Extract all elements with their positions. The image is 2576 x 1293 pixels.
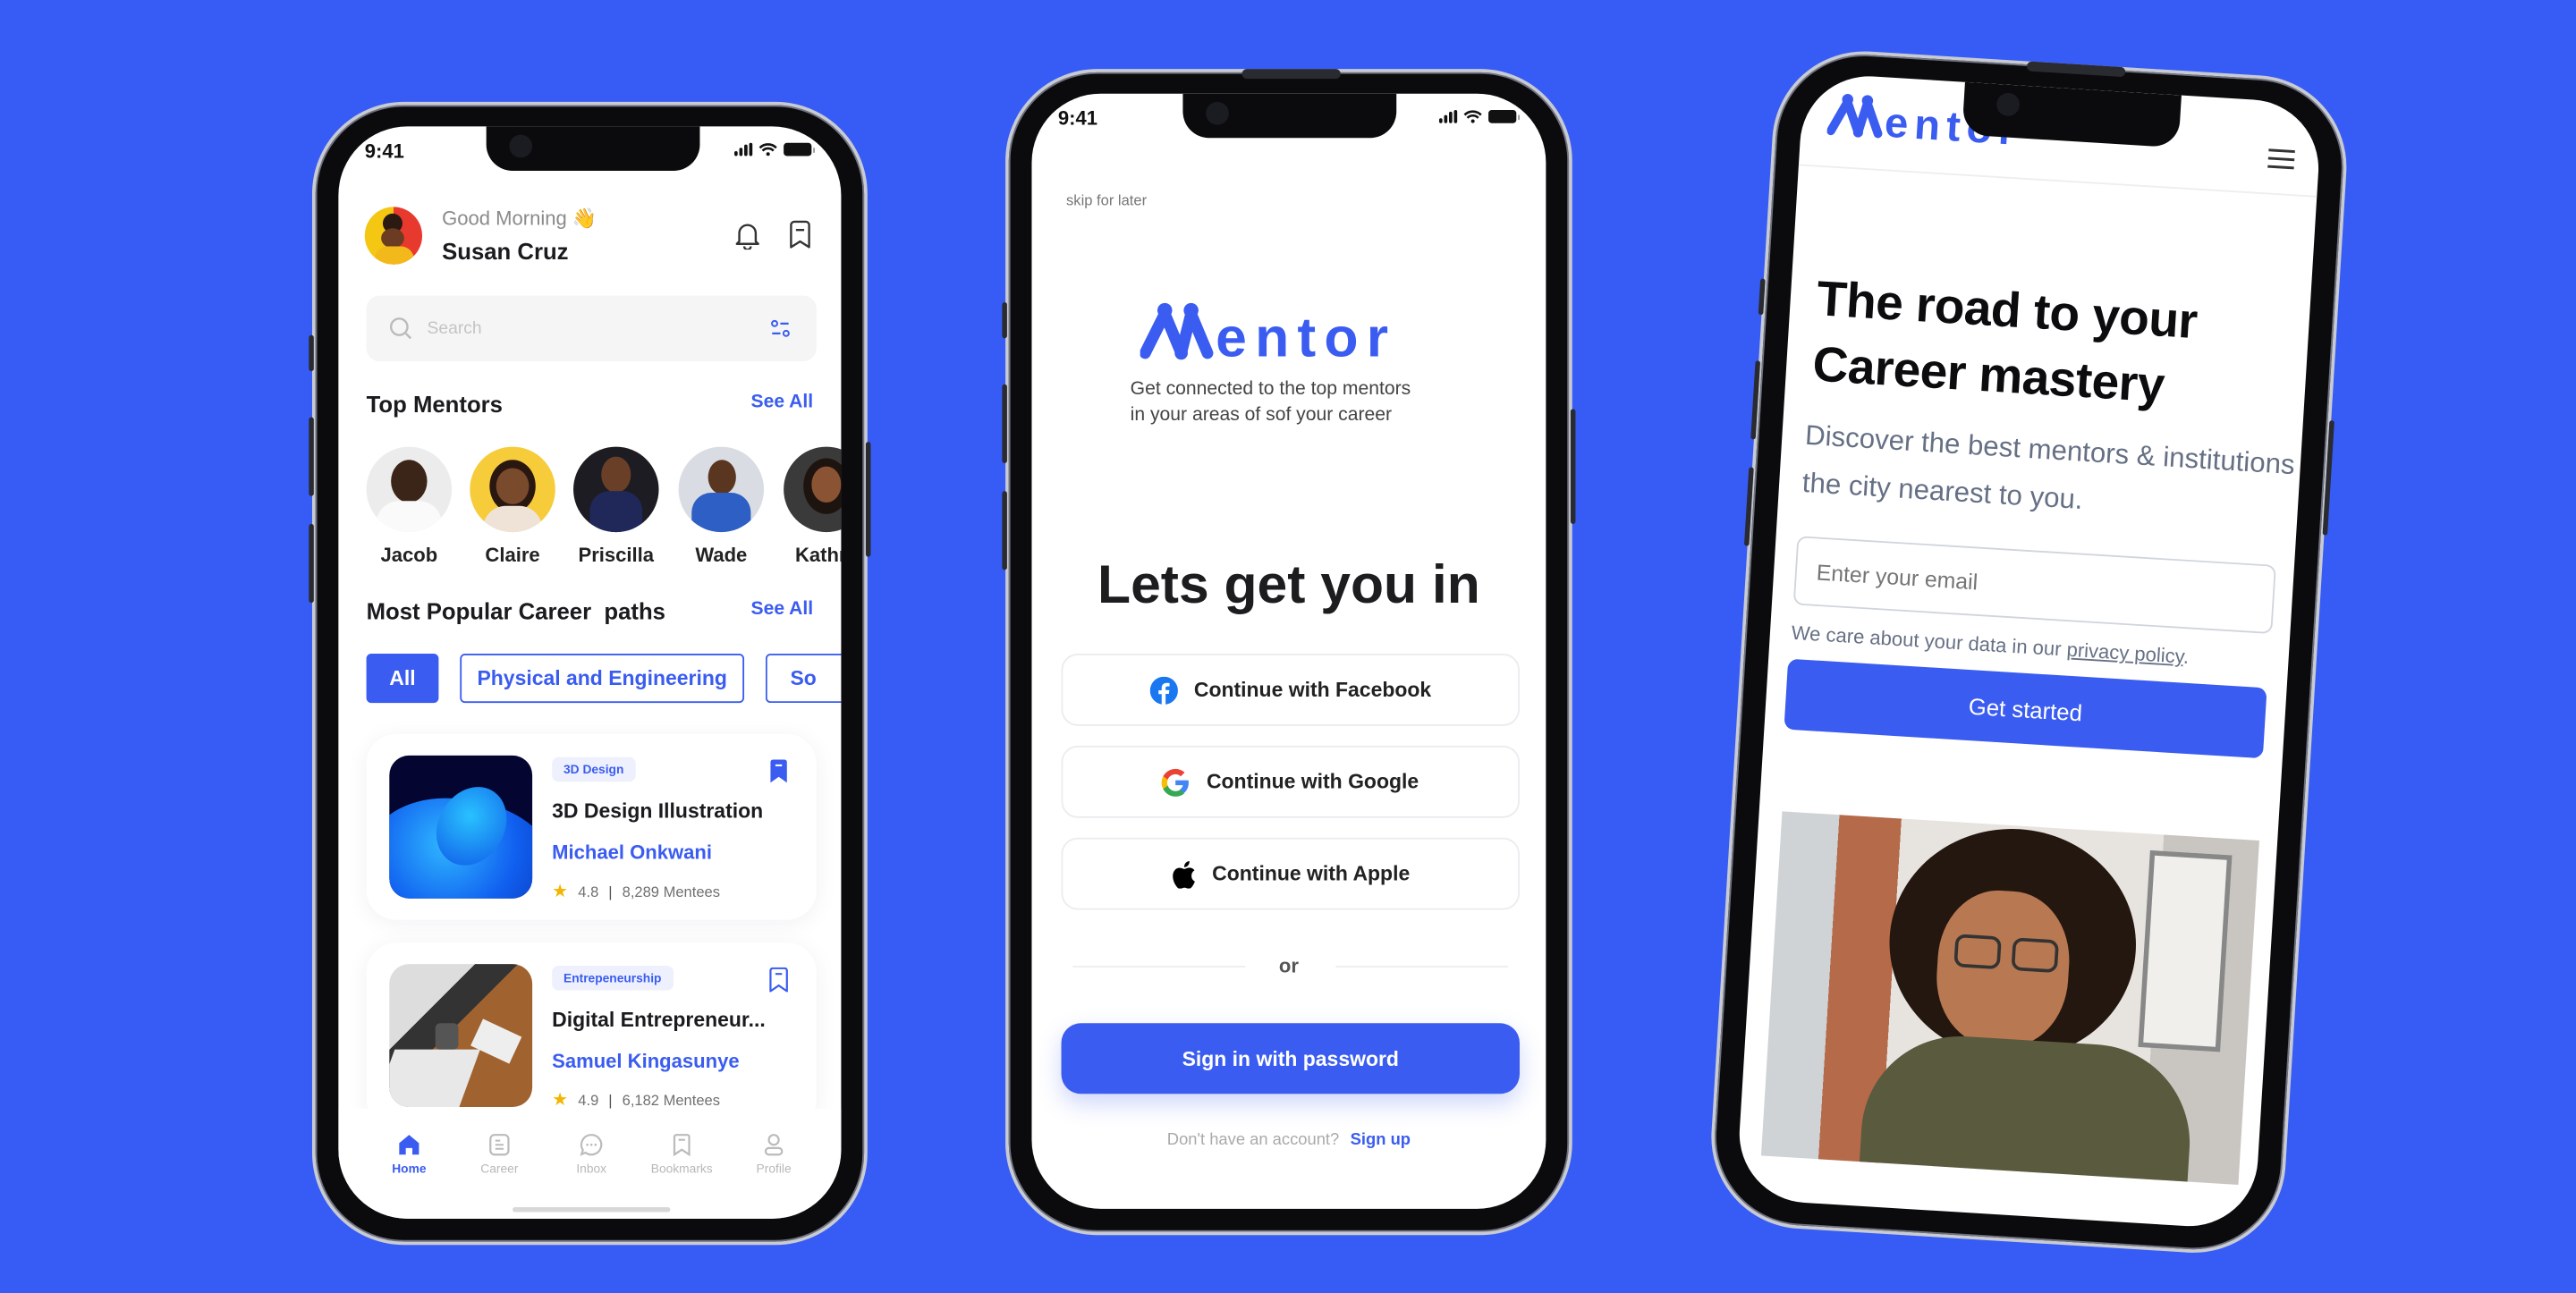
apple-button[interactable]: Continue with Apple — [1061, 837, 1520, 910]
get-started-button[interactable]: Get started — [1784, 658, 2267, 759]
course-card[interactable]: 3D Design 3D Design Illustration Michael… — [366, 734, 817, 920]
bookmark-filled-icon[interactable] — [769, 759, 789, 784]
landing-subheading: Discover the best mentors & institutions… — [1801, 419, 2296, 516]
search-input[interactable]: Search — [366, 295, 817, 362]
battery-icon — [784, 142, 816, 156]
signal-icon — [1438, 110, 1458, 123]
document-icon — [489, 1134, 510, 1156]
search-icon — [389, 317, 412, 340]
mentor-avatar — [678, 446, 765, 533]
avatar[interactable] — [364, 207, 423, 265]
course-meta: ★ 4.9 | 6,182 Mentees — [552, 1090, 721, 1111]
user-name: Susan Cruz — [442, 238, 569, 265]
tab-career[interactable]: Career — [453, 1133, 546, 1176]
star-icon: ★ — [552, 882, 569, 902]
home-icon — [399, 1135, 419, 1155]
google-button[interactable]: Continue with Google — [1061, 745, 1520, 818]
status-icons — [1438, 110, 1520, 123]
login-screen: 9:41 skip for later entor Get connected … — [1031, 93, 1546, 1209]
mentor-item[interactable]: Priscilla — [572, 446, 660, 567]
signup-prompt: Don't have an account? Sign up — [1166, 1131, 1411, 1150]
tagline: Get connected to the top mentors in your… — [1130, 379, 1411, 426]
course-image — [389, 964, 533, 1107]
course-title: Digital Entrepreneur... — [552, 1008, 766, 1032]
mentor-avatar — [784, 446, 842, 533]
phone-home: 9:41 Good Morning 👋 Susan Cruz Search To… — [309, 101, 871, 1246]
hamburger-icon[interactable] — [2266, 147, 2297, 172]
sign-up-link[interactable]: Sign up — [1351, 1132, 1411, 1150]
tab-inbox[interactable]: Inbox — [546, 1133, 638, 1176]
status-time: 9:41 — [364, 139, 404, 163]
chip-all[interactable]: All — [366, 654, 439, 704]
bookmark-icon[interactable] — [769, 967, 789, 993]
career-paths-title: Most Popular Career paths — [366, 597, 665, 624]
course-mentor[interactable]: Michael Onkwani — [552, 841, 712, 864]
star-icon: ★ — [552, 1090, 569, 1111]
landing-heading: The road to your Career mastery — [1810, 272, 2199, 414]
bookmark-icon[interactable] — [789, 220, 812, 249]
home-screen: 9:41 Good Morning 👋 Susan Cruz Search To… — [338, 126, 842, 1219]
course-tag: Entrepeneurship — [552, 966, 674, 991]
divider-right — [1335, 966, 1509, 968]
notch — [1182, 93, 1397, 139]
facebook-icon — [1149, 675, 1178, 705]
wifi-icon — [1463, 110, 1482, 123]
privacy-policy-link[interactable]: privacy policy — [2066, 638, 2184, 668]
greeting: Good Morning 👋 — [442, 207, 597, 231]
course-tag: 3D Design — [552, 756, 636, 782]
email-input[interactable] — [1792, 536, 2276, 635]
notch — [486, 126, 700, 172]
skip-link[interactable]: skip for later — [1066, 192, 1147, 208]
top-mentors-see-all[interactable]: See All — [751, 393, 814, 412]
status-icons — [734, 142, 816, 156]
search-placeholder: Search — [427, 318, 482, 339]
status-time: 9:41 — [1057, 106, 1097, 131]
course-meta: ★ 4.8 | 8,289 Mentees — [552, 882, 721, 902]
mockup-stage: 9:41 Good Morning 👋 Susan Cruz Search To… — [0, 0, 2576, 1293]
chip-so[interactable]: So — [765, 654, 842, 704]
svg-text:entor: entor — [1216, 307, 1396, 363]
landing-screen: entor The road to your Career mastery Di… — [1735, 72, 2323, 1230]
sliders-icon[interactable] — [770, 318, 790, 338]
bell-icon[interactable] — [734, 220, 760, 250]
top-mentors-title: Top Mentors — [366, 391, 503, 418]
phone-login: 9:41 skip for later entor Get connected … — [1002, 69, 1576, 1236]
tab-profile[interactable]: Profile — [728, 1133, 820, 1176]
phone-landing: entor The road to your Career mastery Di… — [1706, 46, 2352, 1258]
wifi-icon — [758, 143, 777, 156]
user-icon — [764, 1134, 784, 1156]
course-image — [389, 755, 533, 899]
mentor-avatar — [573, 446, 659, 533]
course-title: 3D Design Illustration — [552, 799, 764, 824]
mentor-avatar — [470, 446, 555, 533]
home-indicator — [513, 1207, 671, 1213]
mentor-item[interactable]: Jacob — [365, 446, 453, 567]
mentor-logo: entor — [1140, 302, 1396, 363]
mentor-item[interactable]: Wade — [677, 446, 766, 567]
career-paths-see-all[interactable]: See All — [751, 599, 814, 619]
course-card[interactable]: Entrepeneurship Digital Entrepreneur... … — [366, 942, 817, 1128]
sign-in-password-button[interactable]: Sign in with password — [1061, 1023, 1520, 1094]
apple-icon — [1172, 860, 1195, 888]
mentor-avatar — [366, 446, 453, 533]
facebook-button[interactable]: Continue with Facebook — [1061, 654, 1520, 726]
mentor-item[interactable]: Claire — [468, 446, 556, 567]
bookmark-icon — [673, 1134, 691, 1157]
course-mentor[interactable]: Samuel Kingasunye — [552, 1050, 739, 1073]
mentor-item[interactable]: Kathry — [782, 446, 842, 567]
battery-icon — [1488, 110, 1520, 123]
chip-physical-engineering[interactable]: Physical and Engineering — [460, 654, 745, 704]
tab-bookmarks[interactable]: Bookmarks — [636, 1133, 728, 1176]
privacy-note: We care about your data in our privacy p… — [1791, 621, 2190, 669]
login-heading: Lets get you in — [1097, 553, 1480, 614]
google-icon — [1162, 767, 1190, 796]
signal-icon — [734, 142, 753, 156]
header-divider — [1798, 164, 2318, 198]
tab-home[interactable]: Home — [363, 1133, 455, 1176]
hero-photo — [1760, 811, 2259, 1185]
chat-icon — [580, 1134, 603, 1156]
